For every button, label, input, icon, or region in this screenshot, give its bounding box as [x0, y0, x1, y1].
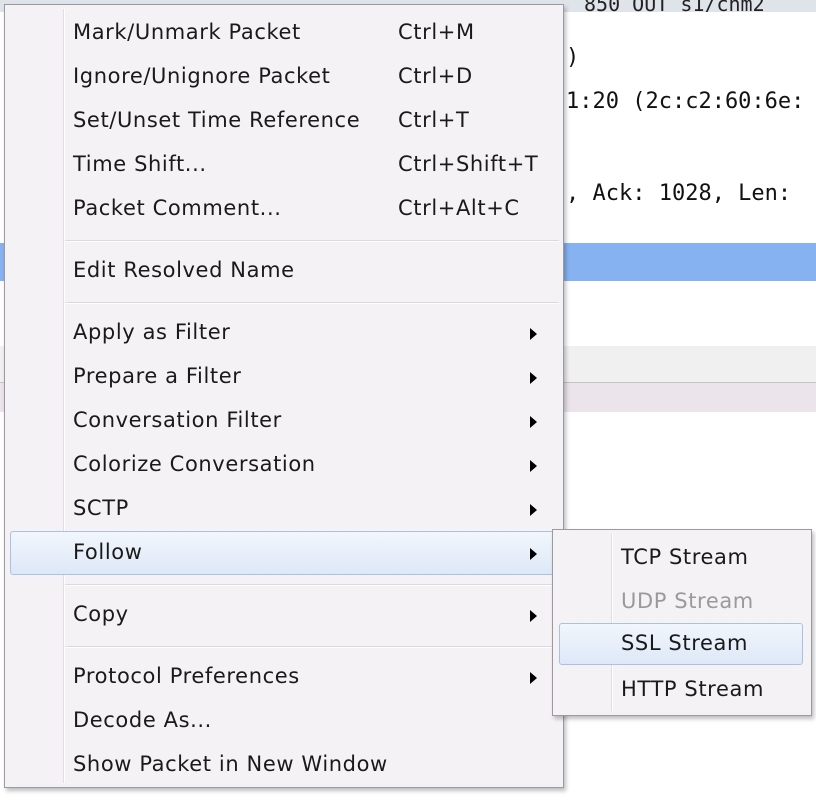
- menu-item-label: Packet Comment...: [73, 196, 282, 220]
- menu-item-copy[interactable]: Copy: [10, 593, 558, 637]
- menu-item-label: Decode As...: [73, 708, 212, 732]
- submenu-arrow-icon: [530, 672, 537, 684]
- menu-separator: [65, 302, 559, 304]
- submenu-arrow-icon: [530, 610, 537, 622]
- submenu-item-label: SSL Stream: [621, 631, 749, 655]
- menu-item-conversation-filter[interactable]: Conversation Filter: [10, 399, 558, 443]
- detail-line[interactable]: , Ack: 1028, Len:: [566, 181, 791, 206]
- submenu-item-label: UDP Stream: [621, 589, 754, 613]
- submenu-item-ssl-stream[interactable]: SSL Stream: [559, 623, 803, 665]
- menu-item-sctp[interactable]: SCTP: [10, 487, 558, 531]
- menu-item-label: Copy: [73, 602, 129, 626]
- submenu-arrow-icon: [530, 416, 537, 428]
- detail-line[interactable]: ): [566, 45, 579, 70]
- menu-item-prepare-a-filter[interactable]: Prepare a Filter: [10, 355, 558, 399]
- menu-item-label: Colorize Conversation: [73, 452, 316, 476]
- menu-item-label: SCTP: [73, 496, 129, 520]
- menu-item-label: Set/Unset Time Reference: [73, 108, 361, 132]
- menu-item-label: Follow: [73, 540, 143, 564]
- submenu-arrow-icon: [530, 328, 537, 340]
- menu-item-label: Edit Resolved Name: [73, 258, 295, 282]
- submenu-arrow-icon: [530, 372, 537, 384]
- menu-item-shortcut: Ctrl+M: [398, 20, 475, 44]
- submenu-arrow-icon: [530, 504, 537, 516]
- menu-item-shortcut: Ctrl+Alt+C: [398, 196, 520, 220]
- menu-item-apply-as-filter[interactable]: Apply as Filter: [10, 311, 558, 355]
- menu-separator: [65, 584, 559, 586]
- menu-item-shortcut: Ctrl+D: [398, 64, 473, 88]
- menu-item-mark-unmark-packet[interactable]: Mark/Unmark Packet Ctrl+M: [10, 11, 558, 55]
- menu-item-label: Prepare a Filter: [73, 364, 242, 388]
- detail-line[interactable]: 1:20 (2c:c2:60:6e:: [566, 89, 804, 114]
- menu-item-set-unset-time-reference[interactable]: Set/Unset Time Reference Ctrl+T: [10, 99, 558, 143]
- menu-item-show-packet-in-new-window[interactable]: Show Packet in New Window: [10, 743, 558, 787]
- follow-submenu: TCP Stream UDP Stream SSL Stream HTTP St…: [552, 529, 812, 716]
- submenu-item-label: TCP Stream: [621, 545, 749, 569]
- menu-item-label: Mark/Unmark Packet: [73, 20, 301, 44]
- menu-item-decode-as[interactable]: Decode As...: [10, 699, 558, 743]
- context-menu: Mark/Unmark Packet Ctrl+M Ignore/Unignor…: [4, 4, 564, 788]
- submenu-arrow-icon: [530, 460, 537, 472]
- submenu-item-udp-stream[interactable]: UDP Stream: [559, 581, 803, 623]
- submenu-item-tcp-stream[interactable]: TCP Stream: [559, 537, 803, 579]
- menu-item-follow[interactable]: Follow: [10, 531, 558, 575]
- submenu-item-label: HTTP Stream: [621, 677, 764, 701]
- menu-item-label: Conversation Filter: [73, 408, 282, 432]
- menu-item-label: Ignore/Unignore Packet: [73, 64, 331, 88]
- menu-item-edit-resolved-name[interactable]: Edit Resolved Name: [10, 249, 558, 293]
- menu-item-protocol-preferences[interactable]: Protocol Preferences: [10, 655, 558, 699]
- menu-item-colorize-conversation[interactable]: Colorize Conversation: [10, 443, 558, 487]
- submenu-item-http-stream[interactable]: HTTP Stream: [559, 669, 803, 711]
- menu-item-label: Time Shift...: [73, 152, 207, 176]
- menu-separator: [65, 240, 559, 242]
- menu-item-ignore-unignore-packet[interactable]: Ignore/Unignore Packet Ctrl+D: [10, 55, 558, 99]
- menu-item-shortcut: Ctrl+T: [398, 108, 470, 132]
- submenu-arrow-icon: [530, 548, 537, 560]
- menu-item-label: Protocol Preferences: [73, 664, 300, 688]
- menu-item-label: Show Packet in New Window: [73, 752, 388, 776]
- menu-separator: [65, 646, 559, 648]
- menu-item-time-shift[interactable]: Time Shift... Ctrl+Shift+T: [10, 143, 558, 187]
- menu-item-packet-comment[interactable]: Packet Comment... Ctrl+Alt+C: [10, 187, 558, 231]
- menu-item-label: Apply as Filter: [73, 320, 231, 344]
- menu-item-shortcut: Ctrl+Shift+T: [398, 152, 539, 176]
